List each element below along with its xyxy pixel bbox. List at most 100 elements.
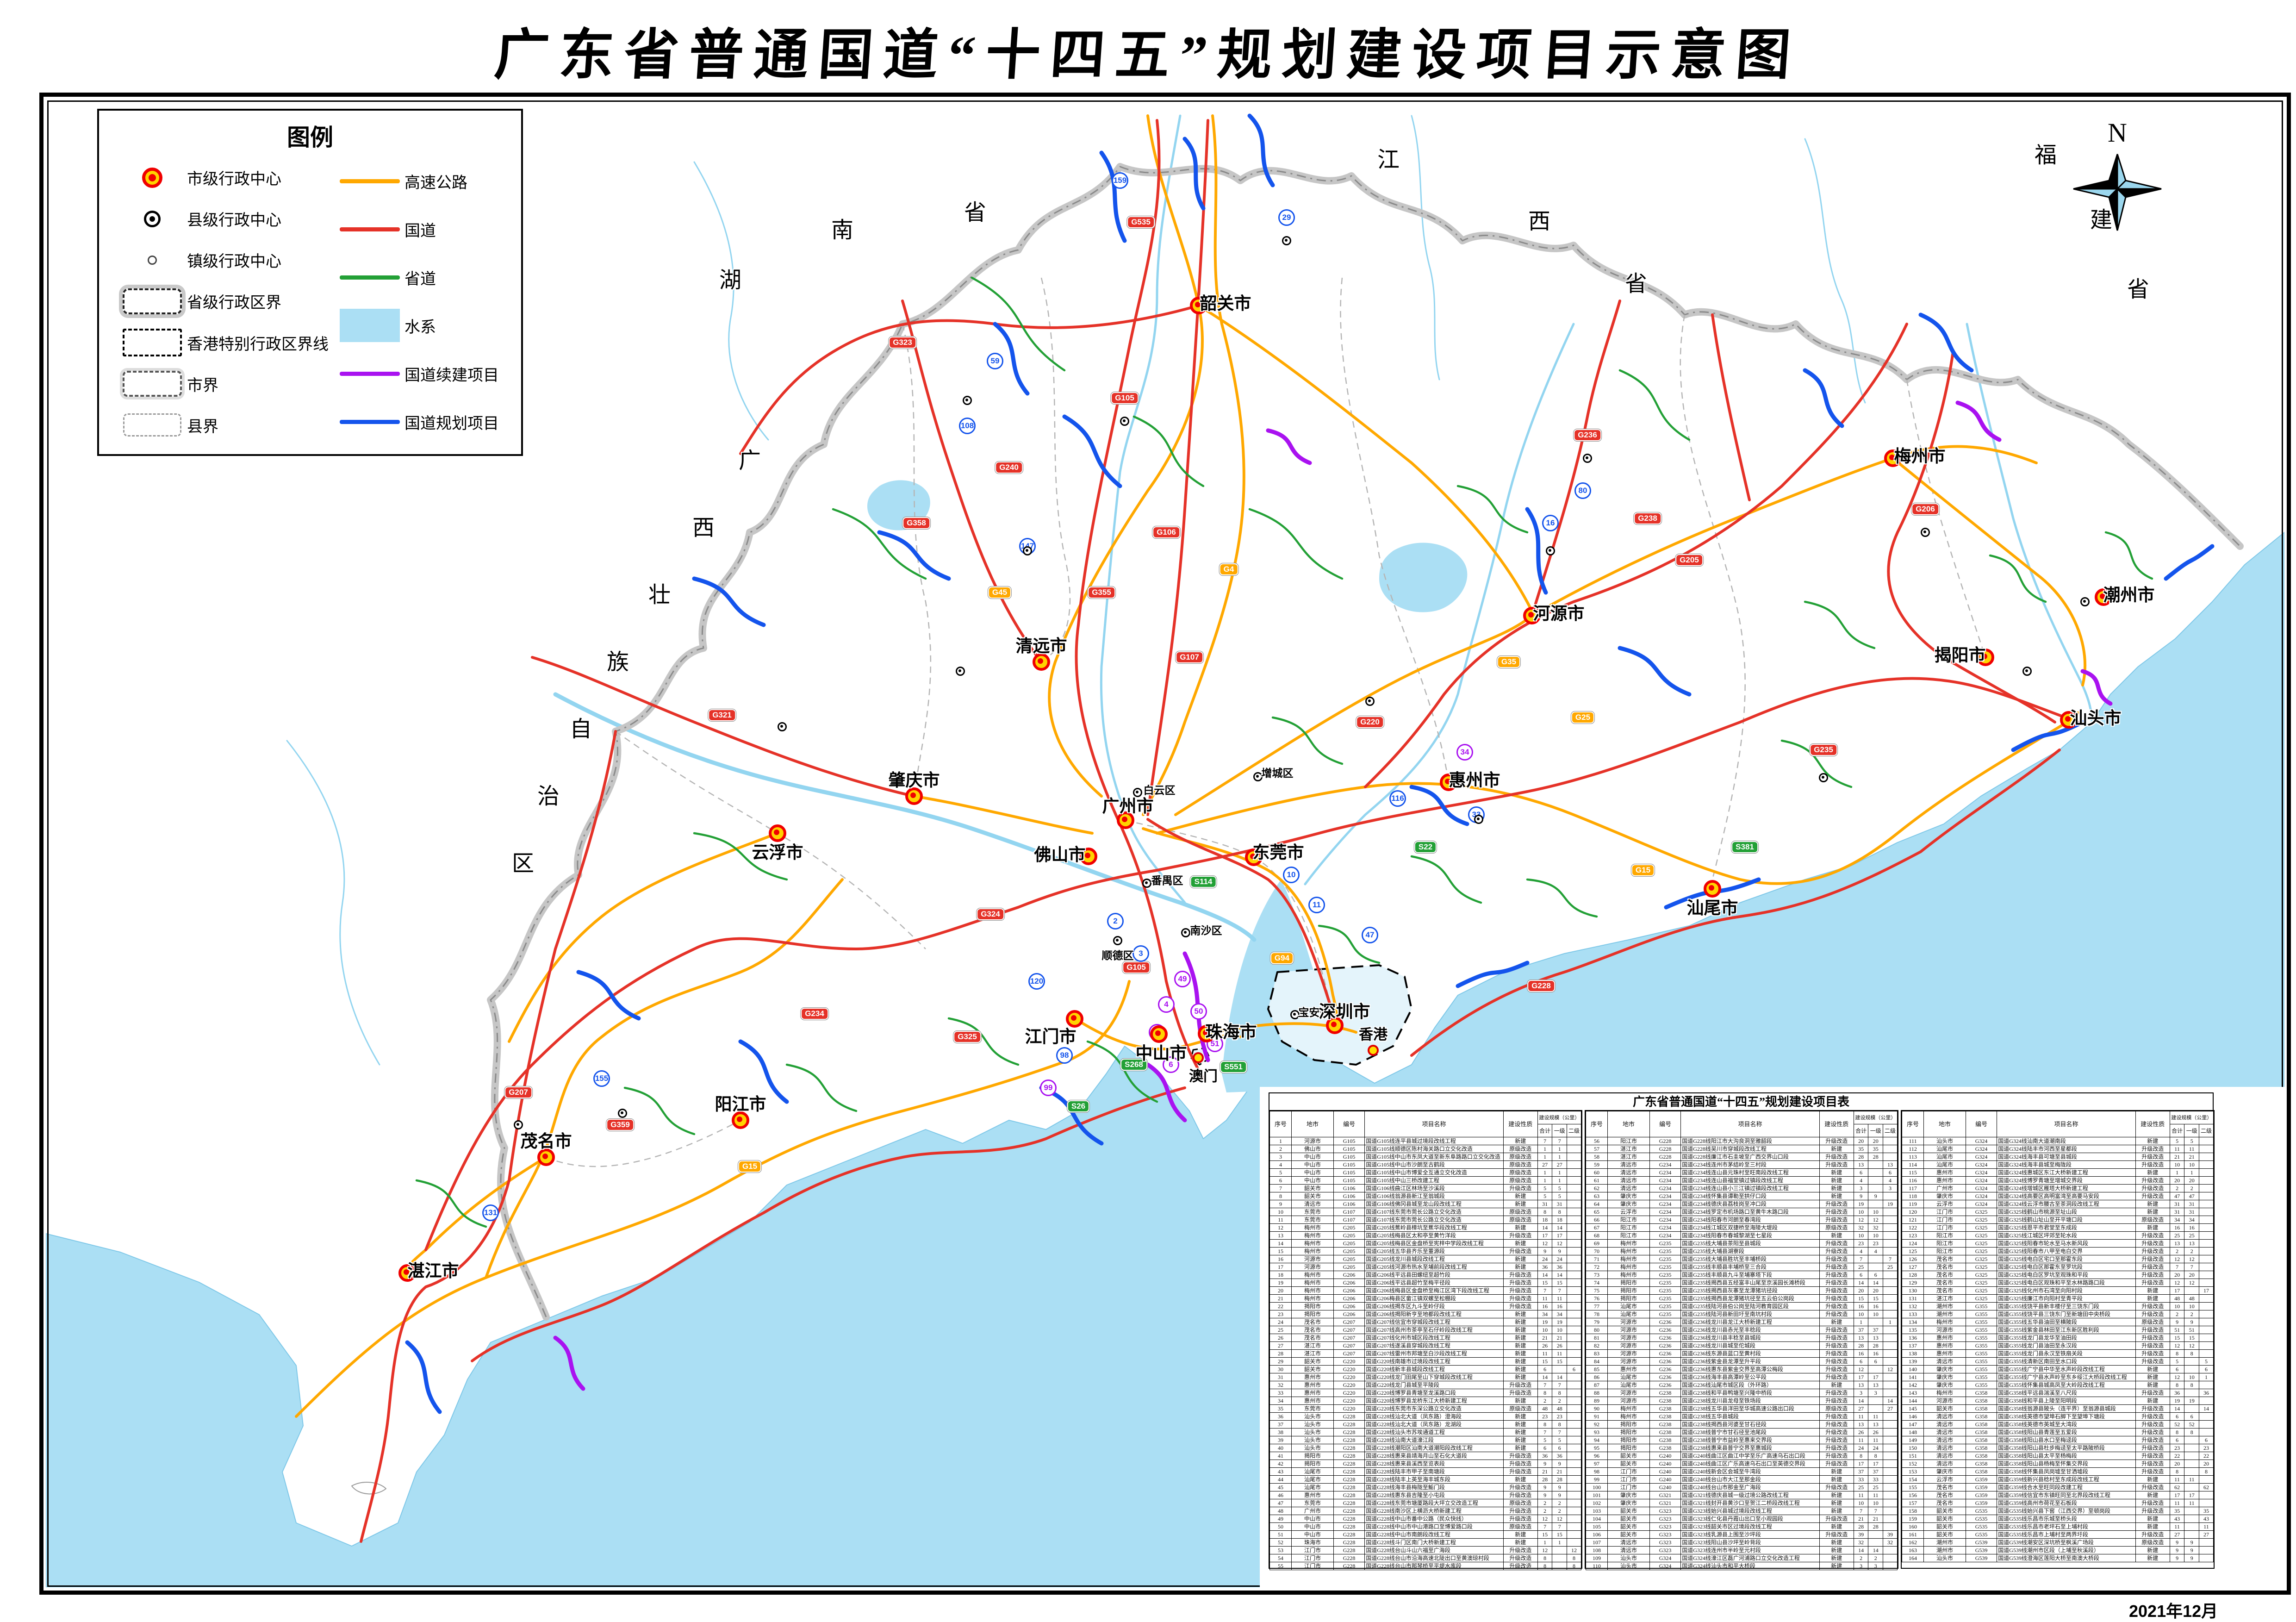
legend-label-expressway: 高速公路 (404, 170, 467, 193)
table-cell: 国道G355线怀集县城高凤至大岭段改线工程 (1997, 1381, 2136, 1389)
table-cell: 35 (2170, 1507, 2184, 1515)
table-cell: 建设规模（公里） (2170, 1111, 2213, 1124)
table-cell: 升级改造 (2135, 1342, 2170, 1350)
table-row: 33惠州市G220国道G220线博罗县青塘至龙溪路口段升级改造88 (1270, 1389, 1581, 1397)
table-cell: 升级改造 (2135, 1145, 2170, 1153)
table-cell: 6 (1854, 1271, 1868, 1279)
table-cell: 7 (1537, 1381, 1552, 1389)
table-cell: G539 (1966, 1554, 1997, 1562)
table-cell: 4 (1270, 1161, 1292, 1169)
table-cell: 国道G355线龙门县永汉至铁扇关段 (1997, 1350, 2136, 1358)
table-cell: 13 (1868, 1421, 1883, 1429)
table-cell: 25 (2184, 1232, 2199, 1240)
table-cell: 6 (2199, 1436, 2214, 1444)
table-cell: 2 (1537, 1507, 1552, 1515)
provincial-road-icon (340, 275, 400, 280)
table-cell: 139 (1902, 1358, 1924, 1366)
table-cell (1883, 1389, 1898, 1397)
table-cell: 升级改造 (1503, 1389, 1537, 1397)
table-cell: 11 (1537, 1350, 1552, 1358)
table-cell: 茂名市 (1292, 1326, 1334, 1334)
table-row: 155茂名市G359国道G359线合水至旺同段改建工程升级改造6262 (1902, 1484, 2214, 1491)
table-cell: G235 (1649, 1263, 1680, 1271)
table-cell: 111 (1902, 1137, 1924, 1145)
table-cell: 112 (1902, 1145, 1924, 1153)
table-cell: G236 (1649, 1373, 1680, 1381)
table-cell: 国道G325线电白区观珠和平至水林路路口段 (1997, 1279, 2136, 1287)
table-cell (1868, 1531, 1883, 1539)
road-shield-S22: S22 (1414, 841, 1437, 853)
table-cell (1868, 1177, 1883, 1185)
expressway-icon (340, 179, 400, 183)
table-cell: G238 (1649, 1436, 1680, 1444)
table-cell: 35 (1868, 1145, 1883, 1153)
project-badge-99: 99 (1040, 1079, 1057, 1096)
table-cell: 建设规模（公里） (1537, 1111, 1581, 1124)
table-cell: G324 (1966, 1161, 1997, 1169)
table-cell: 茂名市 (1924, 1484, 1966, 1491)
table-cell: 新建 (2135, 1295, 2170, 1303)
table-cell: 升级改造 (2135, 1405, 2170, 1413)
table-cell: 国道G325线鹤山址山至开平塘口段 (1997, 1216, 2136, 1224)
table-row: 149清远市G358国道G358线阳山县水口至梅迳段升级改造66 (1902, 1436, 2214, 1444)
table-cell: 韶关市 (1292, 1366, 1334, 1373)
table-cell: G321 (1649, 1499, 1680, 1507)
table-cell: 国道G105线中山市沙朗至古鹤段 (1365, 1161, 1504, 1169)
table-cell: 升级改造 (1819, 1342, 1854, 1350)
table-cell: G228 (1333, 1444, 1364, 1452)
table-cell: 国道G358线和平县上陵至阳明段 (1997, 1397, 2136, 1405)
table-row: 98江门市G240国道G240线新会区会城至牛湾段新建3737 (1586, 1468, 1898, 1476)
table-cell: 8 (2170, 1350, 2184, 1358)
table-cell: 汕头市 (1924, 1137, 1966, 1145)
table-row: 108清远市G323国道G323线连州市半岭至元村段新建1414 (1586, 1547, 1898, 1554)
table-cell: 江门市 (1292, 1562, 1334, 1570)
table-cell (1567, 1444, 1581, 1452)
table-row: 64肇庆市G234国道G234线德庆县荔枝岗至冲口段升级改造1919 (1586, 1200, 1898, 1208)
road-shield-S26: S26 (1067, 1100, 1089, 1112)
table-cell: 34 (1537, 1310, 1552, 1318)
table-cell: 阳江市 (1608, 1137, 1650, 1145)
table-cell: 36 (1552, 1452, 1567, 1460)
table-cell (2199, 1208, 2214, 1216)
table-cell: 48 (1270, 1507, 1292, 1515)
table-cell: 15 (1552, 1531, 1567, 1539)
table-cell: 121 (1902, 1216, 1924, 1224)
table-cell: 129 (1902, 1279, 1924, 1287)
table-cell: 清远市 (1924, 1358, 1966, 1366)
project-table-group-3: 序号地市编号项目名称建设性质建设规模（公里）合计一级二级111汕头市G324国道… (1901, 1110, 2215, 1569)
table-cell: G358 (1966, 1421, 1997, 1429)
table-cell: 16 (1868, 1350, 1883, 1358)
table-cell: 10 (2184, 1373, 2199, 1381)
table-cell: 升级改造 (1503, 1303, 1537, 1310)
district-marker-南沙区 (1181, 928, 1190, 937)
legend-label-county-boundary: 县界 (187, 414, 218, 437)
table-cell (2199, 1177, 2214, 1185)
table-cell: 7 (1552, 1523, 1567, 1531)
table-cell (1567, 1177, 1581, 1185)
table-row: 120江门市G325国道G325线鹤山市桃源至址山段新建3131 (1902, 1208, 2214, 1216)
table-cell (1883, 1271, 1898, 1279)
table-cell: 14 (1270, 1240, 1292, 1248)
road-shield-G238: G238 (1634, 512, 1661, 524)
legend-point-items: 市级行政中心县级行政中心镇级行政中心省级行政区界香港特别行政区界线市界县界 (118, 157, 335, 446)
map-date: 2021年12月 (2129, 1598, 2282, 1622)
table-row: 163潮州市G539国道G539线潮州市区段（上埔至秋溪段）新建99 (1902, 1547, 2214, 1554)
table-cell: 14 (1552, 1224, 1567, 1232)
table-cell: 原级改造 (1503, 1145, 1537, 1153)
table-cell: G205 (1333, 1255, 1364, 1263)
table-cell: 国道G240线曲江区广乐高速乌石出口至英德交界段 (1681, 1460, 1820, 1468)
table-cell: 26 (1552, 1342, 1567, 1350)
table-cell: G324 (1966, 1185, 1997, 1192)
table-cell: 茂名市 (1924, 1287, 1966, 1295)
table-cell: G105 (1333, 1145, 1364, 1153)
table-cell (1883, 1484, 1898, 1491)
table-row: 44汕尾市G228国道G228线陆丰上英至海丰城东段新建2828 (1270, 1476, 1581, 1484)
table-cell: G323 (1649, 1531, 1680, 1539)
table-cell: 升级改造 (1503, 1295, 1537, 1303)
table-cell: G324 (1966, 1169, 1997, 1177)
table-cell: 39 (1270, 1436, 1292, 1444)
table-cell (1567, 1310, 1581, 1318)
table-cell: 22 (1270, 1303, 1292, 1310)
table-cell: 2 (2170, 1310, 2184, 1318)
table-cell: 合计 (2170, 1124, 2184, 1137)
